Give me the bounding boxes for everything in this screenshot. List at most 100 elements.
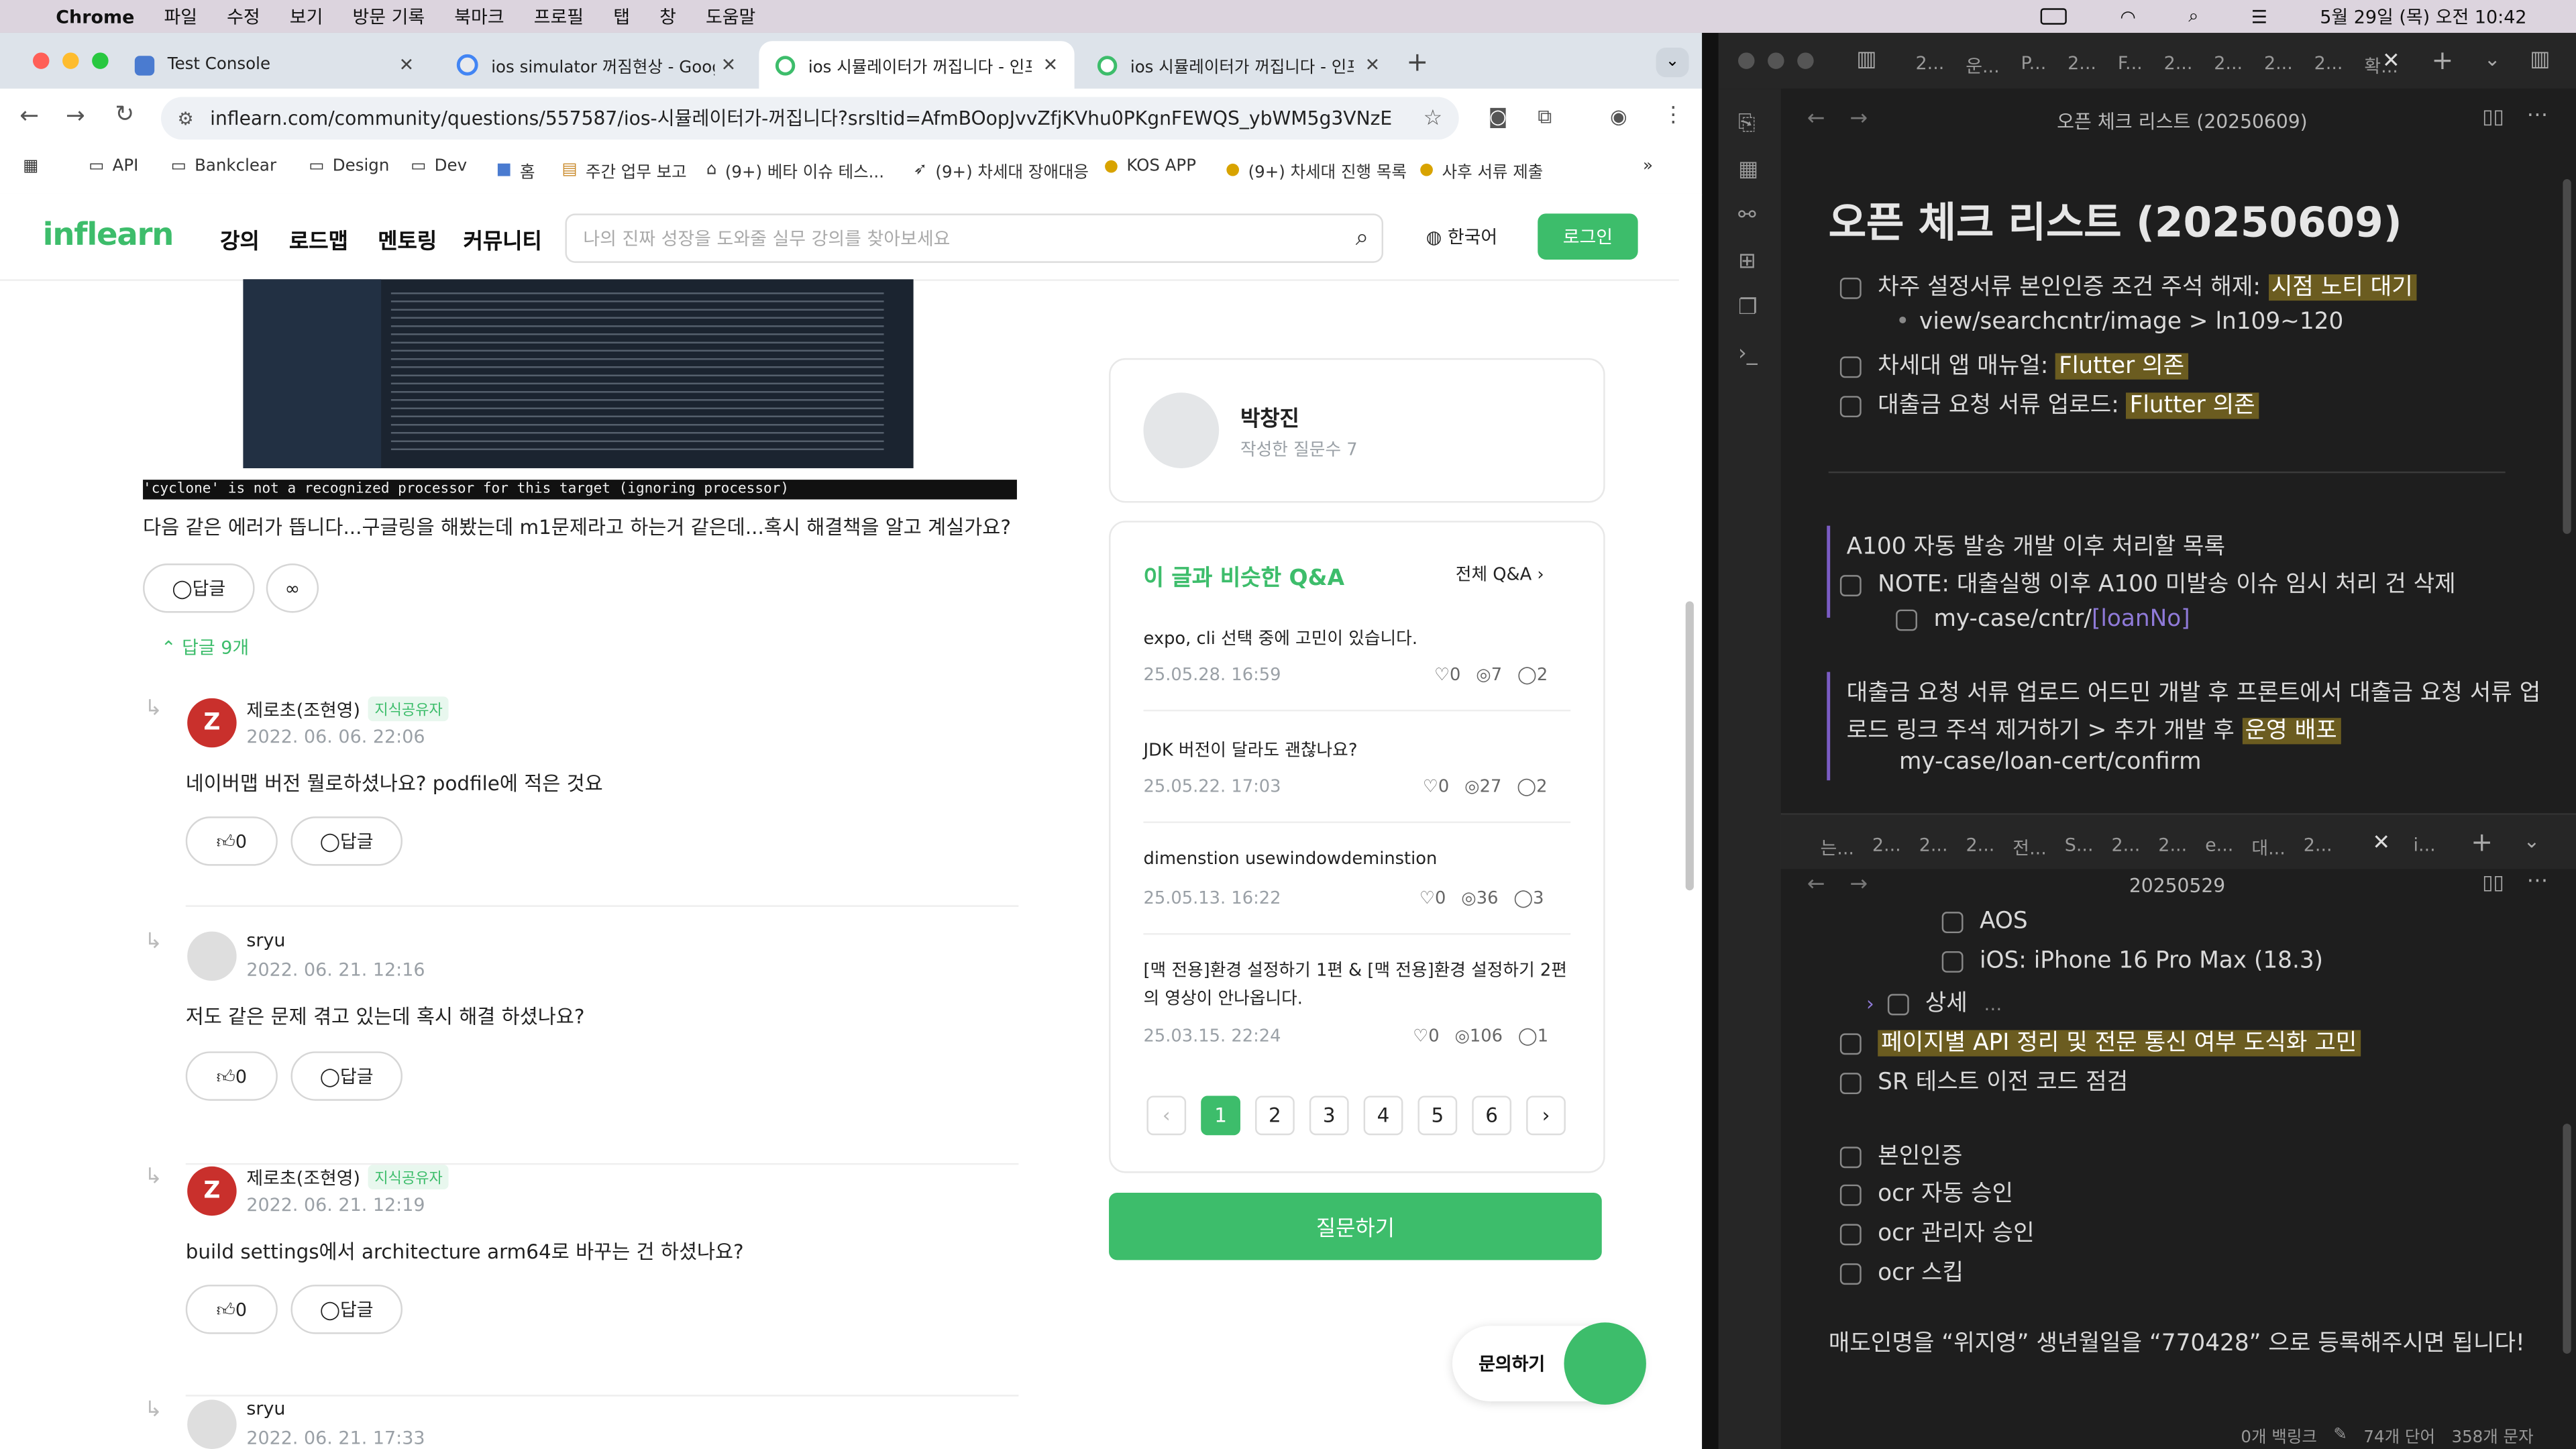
copy-link-button[interactable]: ∞ xyxy=(266,564,319,613)
checklist-item[interactable]: NOTE: 대출실행 이후 A100 미발송 이슈 임시 처리 건 삭제 xyxy=(1839,567,2456,600)
obsidian-tab[interactable]: 2... xyxy=(1916,52,1945,78)
like-button[interactable]: 👍︎ 0 xyxy=(185,1285,278,1334)
page-button[interactable]: 4 xyxy=(1363,1095,1403,1136)
nav-mentoring[interactable]: 멘토링 xyxy=(378,223,437,255)
calendar-icon[interactable]: ▦ xyxy=(1738,158,1758,182)
checklist-item[interactable]: AOS xyxy=(1941,908,2028,934)
contact-button[interactable]: 문의하기 xyxy=(1452,1322,1646,1405)
ask-question-button[interactable]: 질문하기 xyxy=(1109,1192,1602,1260)
obsidian-tab[interactable]: 2... xyxy=(2164,52,2193,78)
obsidian-tab[interactable]: 대... xyxy=(2251,835,2286,861)
menubar-item[interactable]: 북마크 xyxy=(454,3,504,30)
bookmark-folder[interactable]: ▭ Design xyxy=(309,158,389,176)
checklist-item[interactable]: ocr 관리자 승인 xyxy=(1839,1216,2035,1248)
obsidian-tab[interactable]: i... xyxy=(2414,835,2436,856)
obsidian-tab[interactable]: 2... xyxy=(2158,835,2187,861)
checklist-item[interactable]: 대출금 요청 서류 업로드: Flutter 의존 xyxy=(1839,388,2259,421)
obsidian-tab[interactable]: 전... xyxy=(2012,835,2047,861)
checkbox[interactable] xyxy=(1839,276,1862,299)
forward-icon[interactable]: → xyxy=(1850,872,1868,897)
menubar-app-name[interactable]: Chrome xyxy=(56,6,134,28)
new-tab-icon[interactable]: + xyxy=(2431,44,2453,76)
reload-icon[interactable]: ↻ xyxy=(115,102,134,128)
checklist-item[interactable]: iOS: iPhone 16 Pro Max (18.3) xyxy=(1941,948,2323,974)
page-button-active[interactable]: 1 xyxy=(1201,1095,1240,1136)
page-button[interactable]: 6 xyxy=(1472,1095,1512,1136)
camera-icon[interactable]: ◙ xyxy=(1489,105,1508,128)
reply-author[interactable]: sryu xyxy=(246,1398,285,1419)
bookmark-item[interactable]: ⌂ (9+) 베타 이슈 테스... xyxy=(706,158,884,182)
bookmark-folder[interactable]: ▭ Dev xyxy=(411,158,467,176)
replies-toggle[interactable]: ⌃ 답글 9개 xyxy=(161,634,249,660)
more-options-icon[interactable]: ⋯ xyxy=(2527,103,2548,128)
qa-item[interactable]: JDK 버전이 달라도 괜찮나요? xyxy=(1143,738,1570,763)
page-scrollbar[interactable] xyxy=(1685,601,1694,891)
checklist-item[interactable]: ocr 스킵 xyxy=(1839,1255,1964,1288)
menubar-item[interactable]: 수정 xyxy=(227,3,260,30)
sidebar-toggle-icon[interactable]: ▥ xyxy=(1856,48,1876,72)
author-name[interactable]: 박창진 xyxy=(1240,401,1299,432)
nav-roadmap[interactable]: 로드맵 xyxy=(289,223,348,255)
checklist-item[interactable]: my-case/cntr/[loanNo] xyxy=(1896,606,2190,633)
checkbox[interactable] xyxy=(1839,1263,1862,1284)
reply-button[interactable]: ◯ 답글 xyxy=(290,1285,403,1334)
checklist-item[interactable]: › 상세… xyxy=(1866,985,2002,1018)
checkbox[interactable] xyxy=(1896,608,1917,631)
menubar-item[interactable]: 파일 xyxy=(164,3,197,30)
reading-view-icon[interactable]: ▯▯ xyxy=(2482,105,2504,128)
checkbox[interactable] xyxy=(1839,1032,1862,1055)
back-icon[interactable]: ← xyxy=(1807,872,1825,897)
right-sidebar-toggle-icon[interactable]: ▥ xyxy=(2530,48,2550,72)
checklist-item[interactable]: 페이지별 API 정리 및 전문 통신 여부 도식화 고민 xyxy=(1839,1025,2361,1058)
obsidian-tab[interactable]: 2... xyxy=(2314,52,2343,78)
edit-icon[interactable]: ✎ xyxy=(2333,1425,2347,1443)
close-window-button[interactable] xyxy=(32,52,50,69)
files-icon[interactable]: ⎘ xyxy=(1738,112,1755,137)
checkbox[interactable] xyxy=(1941,950,1964,972)
login-button[interactable]: 로그인 xyxy=(1538,213,1638,260)
page-button[interactable]: 3 xyxy=(1309,1095,1349,1136)
page-button[interactable]: 5 xyxy=(1417,1095,1458,1136)
all-qa-link[interactable]: 전체 Q&A › xyxy=(1456,562,1544,587)
bookmark-folder[interactable]: ▭ Bankclear xyxy=(171,158,276,176)
new-tab-button[interactable]: + xyxy=(1406,46,1428,78)
nav-lectures[interactable]: 강의 xyxy=(220,223,260,255)
checkbox[interactable] xyxy=(1839,1146,1862,1168)
obsidian-tab[interactable]: 2... xyxy=(2304,835,2332,861)
checkbox[interactable] xyxy=(1839,1183,1862,1205)
checklist-item[interactable]: 차주 설정서류 본인인증 조건 주석 해제: 시점 노티 대기 xyxy=(1839,270,2416,303)
menubar-item[interactable]: 도움말 xyxy=(706,3,755,30)
checkbox[interactable] xyxy=(1839,574,1862,596)
like-button[interactable]: 👍︎ 0 xyxy=(185,816,278,866)
collapsed-indicator[interactable]: … xyxy=(1984,994,2002,1016)
qa-item[interactable]: [맥 전용]환경 설정하기 1편 & [맥 전용]환경 설정하기 2편의 영상이… xyxy=(1143,958,1570,1014)
close-tab-icon[interactable]: ✕ xyxy=(1043,54,1059,76)
address-bar[interactable]: ⚙ inflearn.com/community/questions/55758… xyxy=(161,97,1459,140)
inflearn-logo[interactable]: inflearn xyxy=(43,217,174,253)
nav-community[interactable]: 커뮤니티 xyxy=(464,223,542,255)
avatar[interactable] xyxy=(187,1399,237,1449)
chevron-right-icon[interactable]: › xyxy=(1866,992,1874,1015)
more-options-icon[interactable]: ⋯ xyxy=(2527,869,2548,894)
close-tab-icon[interactable]: ✕ xyxy=(2372,831,2390,856)
terminal-icon[interactable]: ›_ xyxy=(1738,341,1758,366)
obsidian-tab[interactable]: 운... xyxy=(1966,52,2000,78)
checkbox[interactable] xyxy=(1887,993,1909,1015)
search-input[interactable]: 나의 진짜 성장을 도와줄 실무 강의를 찾아보세요 ⌕ xyxy=(565,213,1384,263)
tab-inflearn[interactable]: ios 시뮬레이터가 꺼집니다 - 인프런 ✕ xyxy=(1081,41,1396,89)
close-tab-icon[interactable]: ✕ xyxy=(1365,54,1381,76)
reply-button[interactable]: ◯ 답글 xyxy=(290,1051,403,1101)
page-button[interactable]: 2 xyxy=(1255,1095,1295,1136)
back-icon[interactable]: ← xyxy=(19,103,39,129)
qa-item[interactable]: expo, cli 선택 중에 고민이 있습니다. xyxy=(1143,626,1570,651)
bookmark-item[interactable]: ■ 홈 xyxy=(496,158,535,182)
checklist-item[interactable]: SR 테스트 이전 코드 점검 xyxy=(1839,1065,2128,1097)
extensions-icon[interactable]: ⧉ xyxy=(1538,105,1552,130)
menubar-item[interactable]: 보기 xyxy=(290,3,323,30)
close-tab-icon[interactable]: ✕ xyxy=(399,54,415,76)
forward-icon[interactable]: → xyxy=(66,103,85,129)
minimize-window-button[interactable] xyxy=(62,52,79,69)
prev-page-button[interactable]: ‹ xyxy=(1146,1095,1187,1136)
tab-search-icon[interactable]: ⌄ xyxy=(1656,48,1689,78)
avatar[interactable] xyxy=(187,931,237,981)
